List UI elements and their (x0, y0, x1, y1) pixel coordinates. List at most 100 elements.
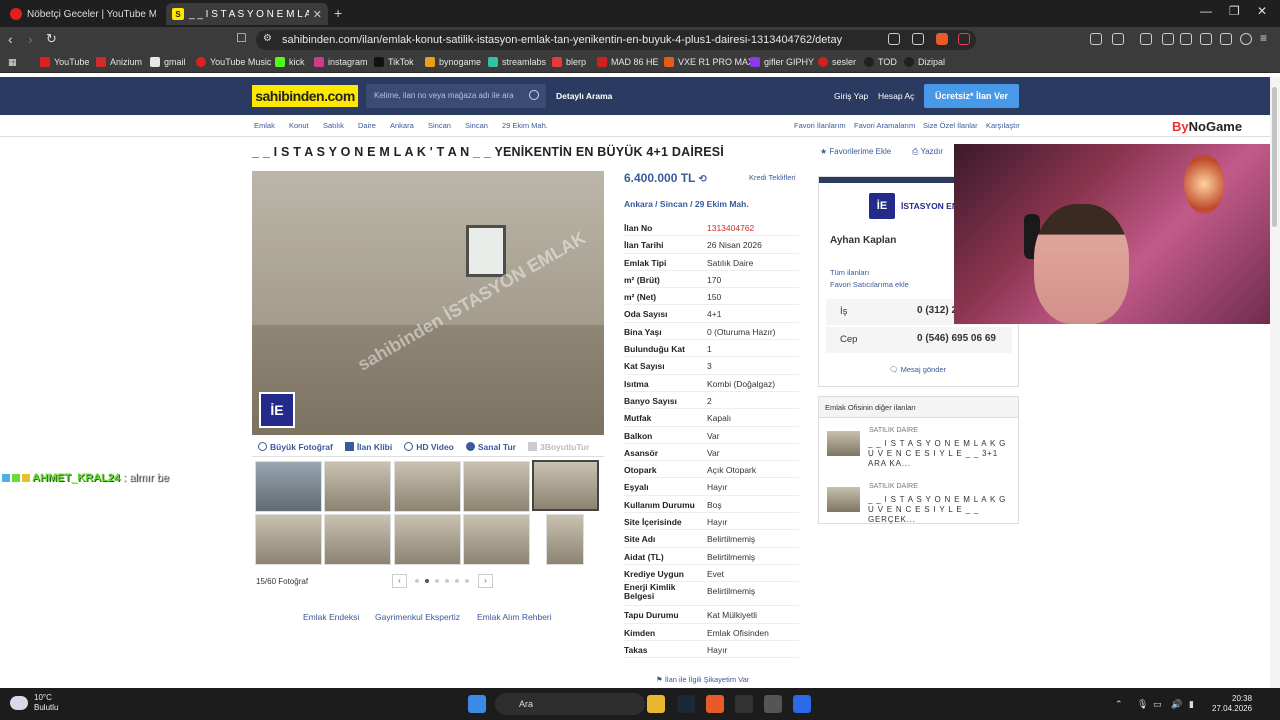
breadcrumb-item[interactable]: Konut (289, 121, 309, 130)
close-window-icon[interactable]: ✕ (1257, 4, 1267, 18)
vpn-icon[interactable] (1220, 33, 1232, 45)
sidebar-icon[interactable] (1180, 33, 1192, 45)
volume-icon[interactable]: 🔊 (1171, 699, 1182, 710)
print-button[interactable]: ⎙ Yazdır (912, 147, 943, 157)
steam-icon[interactable] (677, 695, 695, 713)
page-dot[interactable] (465, 579, 469, 583)
bookmark-vxe[interactable]: VXE R1 PRO MAX (664, 57, 754, 67)
apps-icon[interactable]: ▦ (8, 57, 17, 68)
close-tab-icon[interactable]: ✕ (313, 8, 322, 21)
scrollbar-thumb[interactable] (1272, 87, 1277, 227)
site-search-input[interactable]: Kelime, ilan no veya mağaza adı ile ara (366, 84, 546, 108)
bookmark-giphy[interactable]: gifler GIPHY (750, 57, 814, 67)
tab-youtube-music[interactable]: Nöbetçi Geceler | YouTube Music (4, 3, 162, 25)
favorite-searches-link[interactable]: Favori Aramalarım (854, 121, 915, 130)
breadcrumb-item[interactable]: 29 Ekim Mah. (502, 121, 548, 130)
new-tab-icon[interactable]: + (334, 5, 342, 21)
bookmark-blerp[interactable]: blerp (552, 57, 586, 67)
thumbnail[interactable] (324, 461, 391, 512)
thumbnail[interactable] (394, 461, 461, 512)
bookmark-dizipal[interactable]: Dizipal (904, 57, 945, 67)
reload-icon[interactable]: ↻ (46, 31, 57, 47)
bookmark-anizium[interactable]: Anizium (96, 57, 142, 67)
download-icon[interactable] (1140, 33, 1152, 45)
all-ads-link[interactable]: Tüm ilanları (830, 268, 869, 277)
forward-icon[interactable]: › (28, 31, 33, 47)
bookmark-tiktok[interactable]: TikTok (374, 57, 414, 67)
bookmark-youtube-music[interactable]: YouTube Music (196, 57, 271, 67)
location-breadcrumb[interactable]: Ankara / Sincan / 29 Ekim Mah. (624, 199, 749, 209)
menu-icon[interactable]: ≡ (1260, 31, 1267, 45)
compare-link[interactable]: Karşılaştır (986, 121, 1020, 130)
page-dot[interactable] (455, 579, 459, 583)
login-link[interactable]: Giriş Yap (834, 91, 868, 101)
other-ad-item[interactable]: SATILIK DAİRE _ _ I S T A S Y O N E M L … (827, 483, 1013, 524)
breadcrumb-item[interactable]: Daire (358, 121, 376, 130)
share-icon[interactable] (912, 33, 924, 45)
breadcrumb-item[interactable]: Emlak (254, 121, 275, 130)
search-icon[interactable] (529, 90, 539, 100)
footer-link-emlak-endeksi[interactable]: Emlak Endeksi (303, 612, 359, 622)
breadcrumb-item[interactable]: Sincan (465, 121, 488, 130)
add-favorite-seller-link[interactable]: Favori Satıcılarıma ekle (830, 280, 909, 289)
credit-offers-link[interactable]: Kredi Teklifleri (749, 173, 796, 182)
thumbnail[interactable] (394, 514, 461, 565)
extensions-icon[interactable] (1090, 33, 1102, 45)
tab-virtual-tour[interactable]: Sanal Tur (465, 442, 516, 452)
history-icon[interactable] (1162, 33, 1174, 45)
thumbnail[interactable] (255, 514, 322, 565)
thumbnail-selected[interactable] (532, 460, 599, 511)
tab-ad-clip[interactable]: İlan Klibi (344, 442, 392, 452)
reader-icon[interactable] (888, 33, 900, 45)
bookmark-instagram[interactable]: instagram (314, 57, 368, 67)
tab-sahibinden[interactable]: S _ _ I S T A S Y O N E M L A K ✕ (166, 3, 328, 25)
page-dot-active[interactable] (425, 579, 429, 583)
bookmark-tod[interactable]: TOD (864, 57, 897, 67)
register-link[interactable]: Hesap Aç (878, 91, 914, 101)
bookmark-bynogame[interactable]: bynogame (425, 57, 481, 67)
privacy-icon[interactable] (1240, 33, 1252, 45)
price-history-icon[interactable]: ⟲ (699, 174, 707, 185)
footer-link-ekspertiz[interactable]: Gayrimenkul Ekspertiz (375, 612, 460, 622)
file-explorer-icon[interactable] (647, 695, 665, 713)
url-field[interactable]: sahibinden.com/ilan/emlak-konut-satilik-… (256, 30, 976, 50)
brave-icon[interactable] (706, 695, 724, 713)
complaint-link[interactable]: ⚑ İlan ile İlgili Şikayetim Var (656, 675, 749, 684)
detailed-search-link[interactable]: Detaylı Arama (556, 91, 612, 101)
mic-icon[interactable]: 🎙 (1137, 699, 1148, 710)
phone-number[interactable]: 0 (546) 695 06 69 (917, 333, 996, 344)
phone-number[interactable]: 0 (312) 2 (917, 305, 957, 316)
page-dot[interactable] (435, 579, 439, 583)
maximize-icon[interactable]: ❐ (1229, 4, 1240, 18)
site-logo[interactable]: sahibinden.com (252, 85, 358, 107)
bookmark-youtube[interactable]: YouTube (40, 57, 89, 67)
wallet-icon[interactable] (1112, 33, 1124, 45)
thumbnail[interactable] (546, 514, 584, 565)
brave-shield-icon[interactable] (936, 33, 948, 45)
prev-page-icon[interactable]: ‹ (392, 574, 407, 588)
page-dot[interactable] (415, 579, 419, 583)
send-message-button[interactable]: 🗨 Mesaj gönder (889, 365, 946, 374)
network-icon[interactable]: ▭ (1153, 699, 1162, 710)
taskbar-search[interactable]: Ara (495, 693, 645, 715)
breadcrumb-item[interactable]: Sincan (428, 121, 451, 130)
tray-chevron-icon[interactable]: ⌃ (1115, 699, 1123, 710)
post-ad-button[interactable]: Ücretsiz* İlan Ver (924, 84, 1019, 108)
bookmark-icon[interactable]: ☐ (236, 31, 247, 45)
start-icon[interactable] (468, 695, 486, 713)
taskbar-clock[interactable]: 20:38 27.04.2026 (1212, 694, 1252, 714)
wallet2-icon[interactable] (1200, 33, 1212, 45)
tab-3d-tour[interactable]: 3BoyutluTur (527, 442, 589, 452)
next-page-icon[interactable]: › (478, 574, 493, 588)
epic-games-icon[interactable] (735, 695, 753, 713)
breadcrumb-item[interactable]: Satılık (323, 121, 344, 130)
settings-app-icon[interactable] (793, 695, 811, 713)
bookmark-gmail[interactable]: gmail (150, 57, 186, 67)
bookmark-streamlabs[interactable]: streamlabs (488, 57, 546, 67)
thumbnail[interactable] (255, 461, 322, 512)
back-icon[interactable]: ‹ (8, 31, 13, 47)
battery-icon[interactable]: ▮ (1189, 699, 1194, 710)
page-scrollbar[interactable] (1270, 77, 1280, 688)
thumbnail[interactable] (324, 514, 391, 565)
site-info-icon[interactable]: ⚙ (263, 33, 272, 44)
